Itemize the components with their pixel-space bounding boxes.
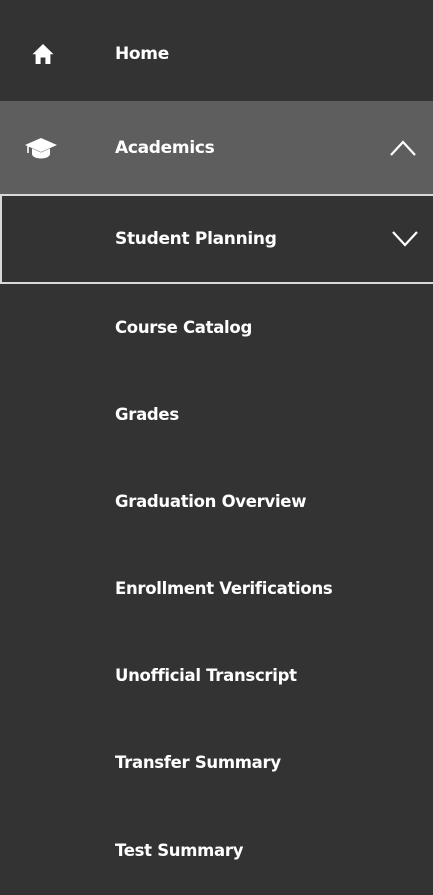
nav-item-label: Unofficial Transcript: [115, 666, 297, 685]
nav-item-academics[interactable]: Academics: [0, 101, 433, 194]
nav-item-home-label: Home: [115, 43, 169, 64]
sidebar-nav: Home Academics Student Planning Course C…: [0, 0, 433, 895]
nav-item-course-catalog[interactable]: Course Catalog: [0, 284, 433, 371]
nav-item-label: Test Summary: [115, 841, 244, 860]
nav-item-test-summary[interactable]: Test Summary: [0, 806, 433, 895]
graduation-cap-icon: [22, 101, 60, 194]
nav-item-enrollment-verifications[interactable]: Enrollment Verifications: [0, 545, 433, 632]
nav-item-label: Graduation Overview: [115, 492, 307, 511]
nav-item-academics-label: Academics: [115, 137, 215, 158]
nav-item-student-planning[interactable]: Student Planning: [0, 194, 433, 284]
nav-item-graduation-overview[interactable]: Graduation Overview: [0, 458, 433, 545]
nav-item-student-planning-label: Student Planning: [115, 229, 277, 249]
chevron-up-icon[interactable]: [385, 101, 421, 194]
nav-item-unofficial-transcript[interactable]: Unofficial Transcript: [0, 632, 433, 719]
nav-item-label: Transfer Summary: [115, 753, 281, 772]
nav-item-label: Grades: [115, 405, 179, 424]
nav-item-home[interactable]: Home: [0, 6, 433, 101]
nav-item-label: Enrollment Verifications: [115, 579, 333, 598]
nav-item-transfer-summary[interactable]: Transfer Summary: [0, 719, 433, 806]
home-icon: [28, 6, 58, 101]
chevron-down-icon[interactable]: [387, 196, 423, 282]
nav-item-label: Course Catalog: [115, 318, 252, 337]
nav-item-grades[interactable]: Grades: [0, 371, 433, 458]
